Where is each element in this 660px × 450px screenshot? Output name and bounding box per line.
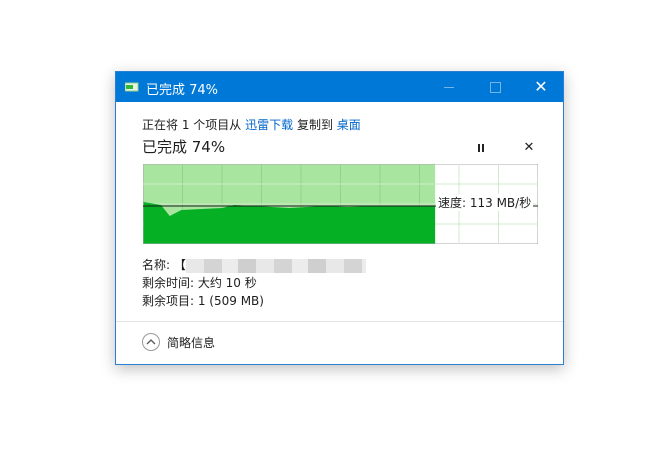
window-title: 已完成 74%: [146, 83, 219, 98]
dialog-content: 正在将 1 个项目从 迅雷下载 复制到 桌面 已完成 74% ✕ 速度: 113…: [116, 102, 563, 364]
file-name-redacted: [185, 258, 366, 273]
minimize-button[interactable]: [426, 72, 472, 102]
footer-divider: [116, 321, 563, 322]
file-copy-icon: [125, 82, 139, 92]
pause-button[interactable]: [473, 140, 489, 156]
progress-heading: 已完成 74%: [142, 138, 226, 156]
items-remaining: 剩余项目: 1 (509 MB): [142, 294, 264, 308]
maximize-button[interactable]: [472, 72, 518, 102]
pause-icon: [478, 144, 484, 152]
destination-folder-link[interactable]: 桌面: [337, 118, 361, 132]
file-name-label: 名称: 【: [142, 258, 186, 272]
time-remaining: 剩余时间: 大约 10 秒: [142, 276, 257, 290]
source-folder-link[interactable]: 迅雷下载: [245, 118, 293, 132]
minimize-icon: [444, 86, 454, 88]
close-icon: ✕: [523, 140, 535, 155]
speed-label: 速度: 113 MB/秒: [436, 194, 534, 211]
chevron-up-icon: [142, 333, 160, 351]
copy-description: 正在将 1 个项目从 迅雷下载 复制到 桌面: [142, 116, 361, 133]
file-name-row: 名称: 【: [142, 256, 366, 273]
file-copy-dialog: 已完成 74% ✕ 正在将 1 个项目从 迅雷下载 复制到 桌面 已完成 74%…: [115, 71, 564, 365]
title-bar[interactable]: 已完成 74% ✕: [116, 72, 563, 102]
cancel-button[interactable]: ✕: [521, 140, 537, 156]
copy-prefix: 正在将 1 个项目从: [142, 118, 242, 132]
close-button[interactable]: ✕: [518, 72, 564, 102]
copy-middle: 复制到: [296, 118, 333, 132]
fewer-details-label: 简略信息: [167, 336, 216, 350]
maximize-icon: [489, 81, 501, 93]
